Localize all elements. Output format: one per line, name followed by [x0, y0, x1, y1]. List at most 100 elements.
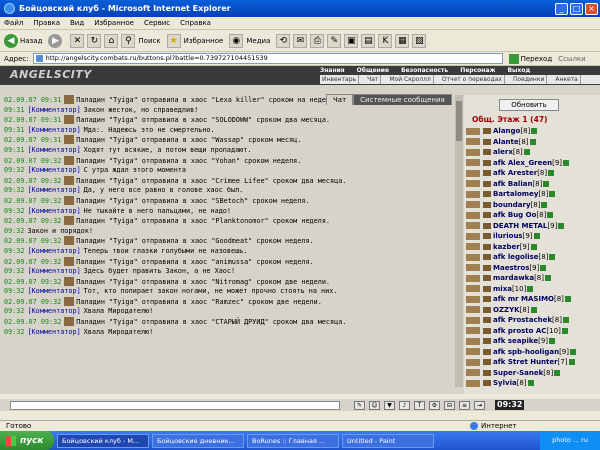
user-list-item[interactable]: afk Alex_Green [9]: [464, 158, 600, 169]
chat-timestamp[interactable]: 09:32: [4, 247, 24, 255]
user-name[interactable]: DEATH METAL: [493, 222, 547, 230]
chat-log[interactable]: 02.09.07 09:31 Паладин "Tyiga" отправила …: [0, 95, 455, 387]
private-message-icon[interactable]: [466, 232, 480, 240]
user-info-icon[interactable]: [549, 254, 556, 261]
menu-tools[interactable]: Сервис: [144, 19, 170, 27]
user-list-item[interactable]: DEATH METAL [9]: [464, 221, 600, 232]
chat-timestamp[interactable]: 02.09.07 09:31: [4, 136, 61, 144]
user-list-item[interactable]: kazber [9]: [464, 242, 600, 253]
user-list-item[interactable]: mixa [10]: [464, 284, 600, 295]
history-icon[interactable]: ⟲: [276, 33, 291, 48]
clear-icon[interactable]: ✎: [354, 400, 365, 410]
nav-communication[interactable]: Общение: [357, 67, 389, 75]
user-name[interactable]: ilurious: [493, 232, 523, 240]
user-info-icon[interactable]: [547, 212, 554, 219]
user-name[interactable]: Maestros: [493, 264, 529, 272]
task-diaries[interactable]: Бойцовские дневник...: [152, 433, 244, 448]
user-list-item[interactable]: afk mr MASIMO [8]: [464, 294, 600, 305]
user-name[interactable]: kazber: [493, 243, 520, 251]
user-name[interactable]: afk prosto AC: [493, 327, 546, 335]
stop-icon[interactable]: ✕: [70, 33, 85, 48]
edit-icon[interactable]: ✎: [327, 33, 342, 48]
user-info-icon[interactable]: [540, 264, 547, 271]
chat-timestamp[interactable]: 02.09.07 09:31: [4, 116, 61, 124]
user-info-icon[interactable]: [541, 201, 548, 208]
go-button[interactable]: Переход: [508, 53, 552, 64]
user-info-icon[interactable]: [562, 317, 569, 324]
private-message-icon[interactable]: [466, 222, 480, 230]
chat-author[interactable]: [Комментатор]: [27, 287, 80, 295]
user-list-item[interactable]: afk Bug Oo [8]: [464, 210, 600, 221]
private-message-icon[interactable]: [466, 243, 480, 251]
user-info-icon[interactable]: [564, 296, 571, 303]
private-message-icon[interactable]: [466, 295, 480, 303]
chat-timestamp[interactable]: 02.09.07 09:32: [4, 258, 61, 266]
chat-timestamp[interactable]: 09:32: [4, 207, 24, 215]
user-info-icon[interactable]: [568, 359, 575, 366]
chat-timestamp[interactable]: 02.09.07 09:32: [4, 318, 61, 326]
chat-scroll-thumb[interactable]: [456, 101, 462, 141]
chat-timestamp[interactable]: 09:32: [4, 186, 24, 194]
menu-favorites[interactable]: Избранное: [94, 19, 134, 27]
media-button[interactable]: ◉ Медиа: [229, 33, 270, 48]
nav-character[interactable]: Персонаж: [460, 67, 495, 75]
menu-file[interactable]: Файл: [4, 19, 23, 27]
chat-timestamp[interactable]: 09:31: [4, 126, 24, 134]
user-name[interactable]: Super-Sanek: [493, 369, 543, 377]
tool-icon[interactable]: ▦: [395, 33, 410, 48]
user-list-item[interactable]: alerx [8]: [464, 147, 600, 158]
chat-timestamp[interactable]: 02.09.07 09:32: [4, 197, 61, 205]
user-name[interactable]: OZZYK: [493, 306, 520, 314]
forward-button[interactable]: ▶: [48, 33, 64, 48]
chat-timestamp[interactable]: 02.09.07 09:32: [4, 278, 61, 286]
user-list-item[interactable]: afk Stret Hunter [7]: [464, 357, 600, 368]
subnav-scroll[interactable]: Мой Скроллл: [387, 75, 434, 84]
user-info-icon[interactable]: [530, 243, 537, 250]
back-button[interactable]: ◀ Назад: [4, 33, 42, 48]
private-message-icon[interactable]: [466, 306, 480, 314]
start-button[interactable]: пуск: [0, 431, 54, 450]
user-info-icon[interactable]: [527, 380, 534, 387]
user-list-item[interactable]: afk Arester [8]: [464, 168, 600, 179]
user-name[interactable]: afk Balian: [493, 180, 532, 188]
user-info-icon[interactable]: [529, 138, 536, 145]
search-button[interactable]: ⚲ Поиск: [121, 33, 161, 48]
site-logo[interactable]: ANGELSCITY: [10, 68, 92, 81]
user-name[interactable]: afk mr MASIMO: [493, 295, 554, 303]
task-combats[interactable]: Бойцовский клуб - M...: [57, 433, 149, 448]
sound-icon[interactable]: ♪: [399, 400, 410, 410]
chat-timestamp[interactable]: 09:32: [4, 166, 24, 174]
chat-author[interactable]: [Комментатор]: [27, 186, 80, 194]
private-message-icon[interactable]: [466, 337, 480, 345]
filter-icon[interactable]: ▼: [384, 400, 395, 410]
mail-icon[interactable]: ✉: [293, 33, 308, 48]
exit-icon[interactable]: ⇥: [474, 400, 485, 410]
private-message-icon[interactable]: [466, 127, 480, 135]
user-name[interactable]: afk Alex_Green: [493, 159, 552, 167]
user-name[interactable]: Alante: [493, 138, 519, 146]
chat-author[interactable]: [Комментатор]: [27, 307, 80, 315]
user-list-item[interactable]: afk prosto AC [10]: [464, 326, 600, 337]
user-list-item[interactable]: OZZYK [8]: [464, 305, 600, 316]
user-info-icon[interactable]: [544, 275, 551, 282]
chat-author[interactable]: [Комментатор]: [27, 267, 80, 275]
user-name[interactable]: Bartalomey: [493, 190, 538, 198]
private-message-icon[interactable]: [466, 169, 480, 177]
chat-timestamp[interactable]: 09:32: [4, 307, 24, 315]
user-info-icon[interactable]: [548, 170, 555, 177]
chat-timestamp[interactable]: 09:32: [4, 328, 24, 336]
user-list-item[interactable]: afk Balian [8]: [464, 179, 600, 190]
menu-edit[interactable]: Правка: [33, 19, 60, 27]
user-info-icon[interactable]: [561, 327, 568, 334]
chat-timestamp[interactable]: 02.09.07 09:32: [4, 177, 61, 185]
chat-author[interactable]: [Комментатор]: [27, 166, 80, 174]
private-message-icon[interactable]: [466, 253, 480, 261]
private-message-icon[interactable]: [466, 316, 480, 324]
user-name[interactable]: afk Stret Hunter: [493, 358, 558, 366]
user-name[interactable]: boundary: [493, 201, 531, 209]
user-info-icon[interactable]: [523, 149, 530, 156]
user-name[interactable]: afk spb-hooligan: [493, 348, 559, 356]
close-button[interactable]: ×: [585, 2, 598, 15]
private-message-icon[interactable]: [466, 348, 480, 356]
chat-scrollbar[interactable]: [455, 95, 463, 387]
